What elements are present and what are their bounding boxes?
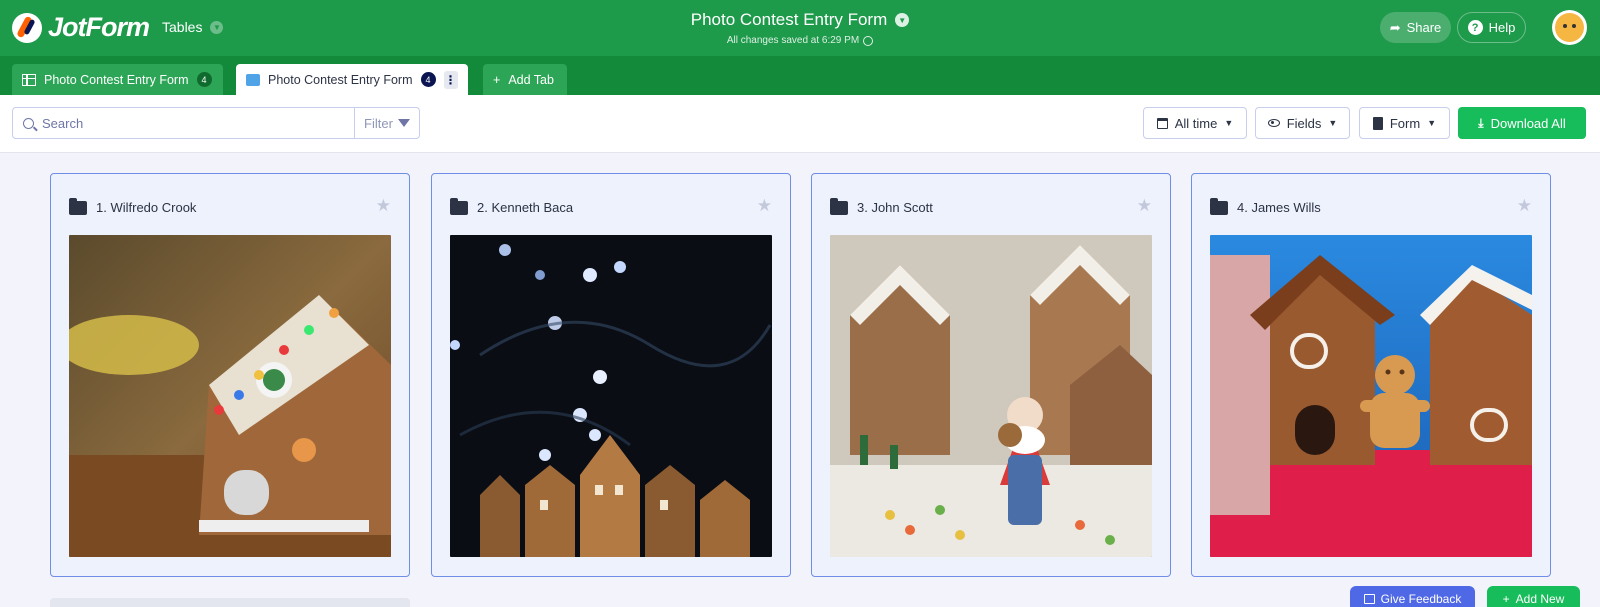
eye-icon	[1267, 119, 1280, 127]
toolbar: Filter All time ▼ Fields ▼ Form ▼ ⤓ Down…	[0, 95, 1600, 153]
download-label: Download All	[1490, 115, 1566, 131]
download-all-button[interactable]: ⤓ Download All	[1458, 107, 1586, 139]
folder-icon	[1210, 197, 1228, 215]
chevron-down-icon: ▼	[895, 13, 910, 27]
submission-photo[interactable]	[450, 235, 772, 557]
tab-count-badge: 4	[196, 72, 212, 87]
card-header: 4. James Wills	[1210, 197, 1321, 215]
clock-icon	[863, 35, 874, 46]
app-header: JotForm Tables ▼ Photo Contest Entry For…	[0, 0, 1600, 56]
tab-file-view[interactable]: Photo Contest Entry Form 4 ⋮	[236, 64, 468, 95]
feedback-icon	[1363, 594, 1375, 604]
submission-photo[interactable]	[830, 235, 1152, 557]
tab-table-view[interactable]: Photo Contest Entry Form 4	[12, 64, 223, 95]
star-icon[interactable]: ★	[376, 196, 391, 216]
help-label: Help	[1488, 20, 1516, 35]
feedback-label: Give Feedback	[1380, 592, 1462, 606]
tab-label: Photo Contest Entry Form	[44, 72, 189, 87]
document-icon	[1372, 116, 1383, 130]
save-status-text: All changes saved at 6:29 PM	[726, 35, 860, 46]
share-button[interactable]: ➦ Share	[1380, 12, 1451, 43]
form-dropdown[interactable]: Form ▼	[1359, 107, 1450, 139]
give-feedback-button[interactable]: Give Feedback	[1350, 586, 1475, 607]
tab-count-badge: 4	[420, 72, 436, 87]
add-tab-button[interactable]: + Add Tab	[483, 64, 567, 95]
star-icon[interactable]: ★	[1517, 196, 1532, 216]
folder-icon	[246, 73, 260, 86]
download-icon: ⤓	[1478, 115, 1484, 130]
card-header: 3. John Scott	[830, 197, 933, 215]
help-icon: ?	[1467, 20, 1483, 35]
add-tab-label: Add Tab	[508, 72, 554, 87]
submission-card[interactable]: 1. Wilfredo Crook ★	[50, 173, 410, 577]
fields-label: Fields	[1286, 115, 1322, 131]
search-input[interactable]	[42, 115, 332, 131]
next-row-card-preview	[50, 598, 410, 607]
add-new-label: Add New	[1515, 592, 1565, 606]
chevron-down-icon: ▼	[1328, 118, 1338, 128]
card-title: 3. John Scott	[857, 200, 933, 215]
form-title[interactable]: Photo Contest Entry Form ▼	[691, 10, 910, 30]
plus-icon: +	[493, 72, 501, 87]
avatar[interactable]	[1552, 10, 1587, 45]
submission-photo[interactable]	[69, 235, 391, 557]
star-icon[interactable]: ★	[757, 196, 772, 216]
card-header: 2. Kenneth Baca	[450, 197, 574, 215]
date-range-dropdown[interactable]: All time ▼	[1143, 107, 1247, 139]
calendar-icon	[1156, 117, 1168, 129]
submission-photo[interactable]	[1210, 235, 1532, 557]
star-icon[interactable]: ★	[1137, 196, 1152, 216]
add-new-button[interactable]: + Add New	[1487, 586, 1580, 607]
folder-icon	[450, 197, 468, 215]
form-label: Form	[1389, 115, 1421, 131]
save-status: All changes saved at 6:29 PM	[726, 35, 874, 46]
submission-card[interactable]: 4. James Wills ★	[1191, 173, 1551, 577]
fields-dropdown[interactable]: Fields ▼	[1255, 107, 1350, 139]
share-icon: ➦	[1389, 19, 1401, 35]
search-icon	[23, 117, 34, 129]
form-title-text: Photo Contest Entry Form	[690, 10, 888, 29]
chevron-down-icon: ▼	[1224, 118, 1234, 128]
chevron-down-icon: ▼	[1427, 118, 1437, 128]
card-title: 1. Wilfredo Crook	[96, 200, 197, 215]
card-title: 2. Kenneth Baca	[477, 200, 574, 215]
help-button[interactable]: ? Help	[1457, 12, 1526, 43]
date-range-label: All time	[1174, 115, 1218, 131]
more-options-icon[interactable]: ⋮	[443, 70, 458, 89]
funnel-icon	[397, 119, 410, 127]
plus-icon: +	[1502, 592, 1510, 606]
submission-card[interactable]: 2. Kenneth Baca ★	[431, 173, 791, 577]
submission-card[interactable]: 3. John Scott ★	[811, 173, 1171, 577]
search-box	[12, 107, 355, 139]
folder-icon	[69, 197, 87, 215]
grid-icon	[22, 73, 36, 86]
filter-button[interactable]: Filter	[355, 107, 420, 139]
folder-icon	[830, 197, 848, 215]
filter-label: Filter	[364, 115, 393, 131]
card-title: 4. James Wills	[1237, 200, 1321, 215]
tab-bar: Photo Contest Entry Form 4 Photo Contest…	[0, 56, 1600, 95]
title-area: Photo Contest Entry Form ▼ All changes s…	[0, 10, 1600, 48]
avatar-cat-icon	[1555, 13, 1584, 42]
card-header: 1. Wilfredo Crook	[69, 197, 197, 215]
share-label: Share	[1406, 20, 1442, 35]
tab-label: Photo Contest Entry Form	[268, 72, 413, 87]
